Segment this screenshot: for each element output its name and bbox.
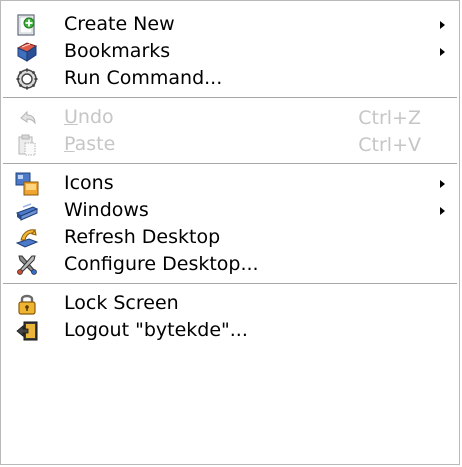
menu-item-refresh-desktop[interactable]: Refresh Desktop — [1, 224, 459, 251]
lock-icon — [15, 292, 39, 316]
submenu-arrow-icon — [440, 180, 445, 188]
menu-item-label: Lock Screen — [64, 292, 179, 314]
label-rest: ndo — [77, 106, 114, 128]
menu-item-label: Paste — [64, 133, 115, 155]
menu-item-label: Windows — [64, 199, 149, 221]
menu-item-lock-screen[interactable]: Lock Screen — [1, 290, 459, 317]
submenu-arrow-icon — [440, 21, 445, 29]
menu-item-paste[interactable]: Paste Ctrl+V — [1, 131, 459, 158]
menu-item-label: Icons — [64, 172, 114, 194]
menu-item-undo[interactable]: Undo Ctrl+Z — [1, 104, 459, 131]
menu-item-run-command[interactable]: Run Command... — [1, 65, 459, 92]
bookmarks-icon — [15, 40, 39, 64]
icons-icon — [15, 172, 39, 196]
desktop-context-menu: Create New Bookmarks Run Command... Undo… — [0, 0, 460, 465]
windows-icon — [15, 199, 39, 223]
menu-item-label: Bookmarks — [64, 40, 171, 62]
shortcut-label: Ctrl+V — [358, 134, 421, 156]
label-rest: aste — [74, 133, 116, 155]
menu-item-label: Create New — [64, 13, 175, 35]
menu-item-configure-desktop[interactable]: Configure Desktop... — [1, 251, 459, 278]
menu-item-label: Run Command... — [64, 67, 223, 89]
run-command-icon — [15, 67, 39, 91]
submenu-arrow-icon — [440, 48, 445, 56]
refresh-desktop-icon — [15, 226, 39, 250]
shortcut-label: Ctrl+Z — [358, 107, 421, 129]
menu-item-label: Configure Desktop... — [64, 253, 259, 275]
mnemonic-char: P — [64, 133, 75, 155]
paste-icon — [15, 133, 39, 157]
logout-icon — [15, 319, 39, 343]
create-new-icon — [15, 13, 39, 37]
menu-item-label: Logout "bytekde"... — [64, 319, 248, 341]
menu-item-bookmarks[interactable]: Bookmarks — [1, 38, 459, 65]
undo-icon — [15, 106, 39, 130]
mnemonic-char: U — [64, 106, 78, 128]
submenu-arrow-icon — [440, 207, 445, 215]
menu-item-icons[interactable]: Icons — [1, 170, 459, 197]
menu-item-windows[interactable]: Windows — [1, 197, 459, 224]
menu-separator — [1, 92, 459, 104]
menu-item-logout[interactable]: Logout "bytekde"... — [1, 317, 459, 344]
menu-item-label: Refresh Desktop — [64, 226, 221, 248]
menu-separator — [1, 158, 459, 170]
menu-item-label: Undo — [64, 106, 114, 128]
menu-separator — [1, 278, 459, 290]
configure-desktop-icon — [15, 253, 39, 277]
menu-item-create-new[interactable]: Create New — [1, 11, 459, 38]
